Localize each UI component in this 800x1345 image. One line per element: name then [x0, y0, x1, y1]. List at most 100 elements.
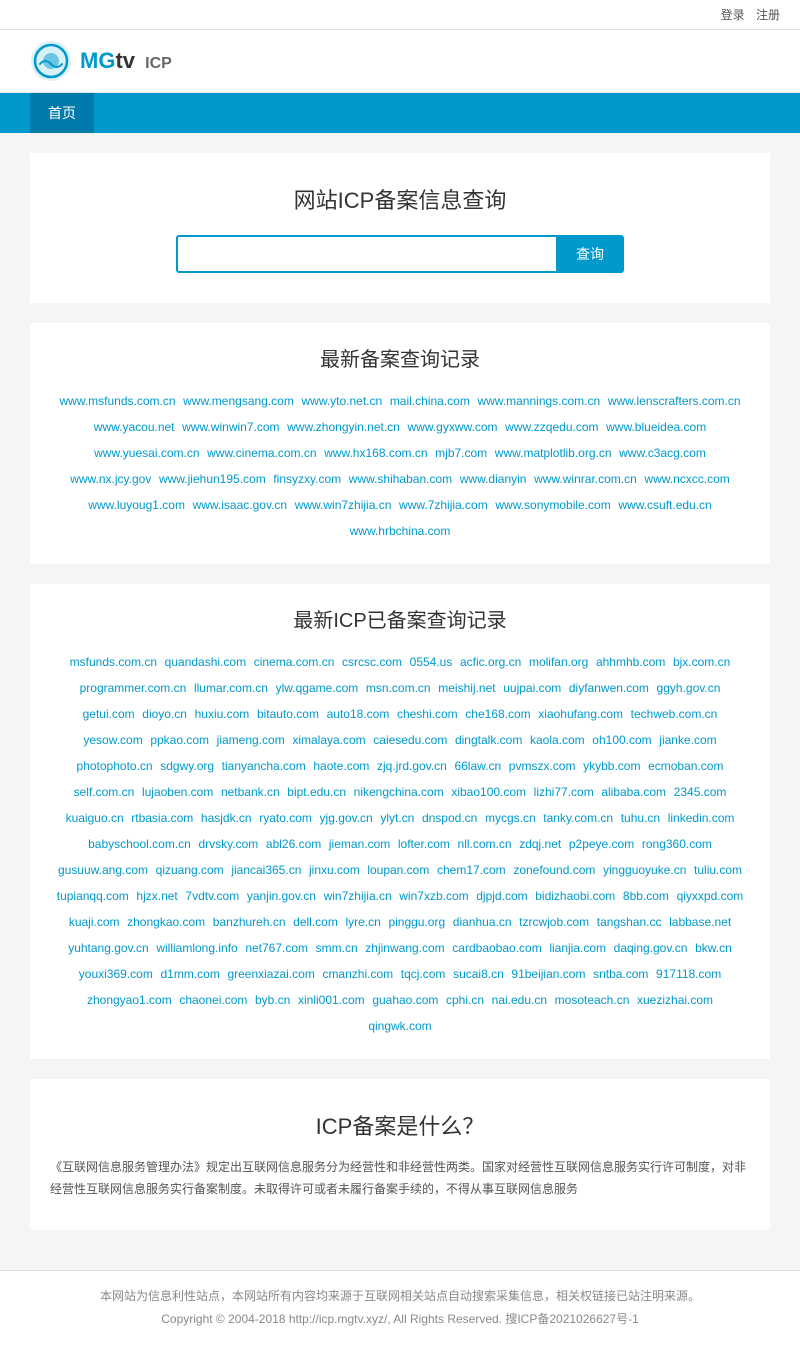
- register-link[interactable]: 注册: [756, 8, 780, 22]
- recent-link[interactable]: www.mannings.com.cn: [477, 394, 600, 408]
- recent-link[interactable]: www.matplotlib.org.cn: [495, 446, 612, 460]
- icp-record-link[interactable]: diyfanwen.com: [569, 681, 649, 695]
- icp-record-link[interactable]: tanky.com.cn: [543, 811, 613, 825]
- icp-record-link[interactable]: lujaoben.com: [142, 785, 213, 799]
- recent-link[interactable]: www.sonymobile.com: [495, 498, 610, 512]
- icp-record-link[interactable]: bipt.edu.cn: [287, 785, 346, 799]
- icp-record-link[interactable]: yanjin.gov.cn: [247, 889, 316, 903]
- icp-record-link[interactable]: lizhi77.com: [534, 785, 594, 799]
- icp-record-link[interactable]: d1mm.com: [160, 967, 219, 981]
- recent-link[interactable]: www.hx168.com.cn: [324, 446, 427, 460]
- icp-record-link[interactable]: cardbaobao.com: [452, 941, 541, 955]
- icp-record-link[interactable]: nai.edu.cn: [492, 993, 547, 1007]
- icp-record-link[interactable]: yesow.com: [83, 733, 142, 747]
- icp-record-link[interactable]: techweb.com.cn: [631, 707, 718, 721]
- icp-record-link[interactable]: babyschool.com.cn: [88, 837, 191, 851]
- icp-record-link[interactable]: cheshi.com: [397, 707, 458, 721]
- icp-record-link[interactable]: zdqj.net: [519, 837, 561, 851]
- icp-record-link[interactable]: byb.cn: [255, 993, 290, 1007]
- icp-record-link[interactable]: abl26.com: [266, 837, 321, 851]
- recent-link[interactable]: www.dianyin: [460, 472, 527, 486]
- icp-record-link[interactable]: bidizhaobi.com: [535, 889, 615, 903]
- icp-record-link[interactable]: csrcsc.com: [342, 655, 402, 669]
- icp-record-link[interactable]: tqcj.com: [401, 967, 446, 981]
- icp-record-link[interactable]: net767.com: [245, 941, 308, 955]
- icp-record-link[interactable]: lianjia.com: [549, 941, 606, 955]
- login-link[interactable]: 登录: [721, 8, 745, 22]
- icp-record-link[interactable]: 7vdtv.com: [185, 889, 239, 903]
- icp-record-link[interactable]: win7zhijia.cn: [324, 889, 392, 903]
- recent-link[interactable]: www.gyxww.com: [407, 420, 497, 434]
- recent-link[interactable]: www.jiehun195.com: [159, 472, 266, 486]
- icp-record-link[interactable]: hasjdk.cn: [201, 811, 252, 825]
- icp-record-link[interactable]: zhongyao1.com: [87, 993, 172, 1007]
- recent-link[interactable]: www.blueidea.com: [606, 420, 706, 434]
- icp-record-link[interactable]: jianke.com: [659, 733, 716, 747]
- icp-record-link[interactable]: getui.com: [83, 707, 135, 721]
- icp-record-link[interactable]: xuezizhai.com: [637, 993, 713, 1007]
- icp-record-link[interactable]: dioyo.cn: [142, 707, 187, 721]
- icp-record-link[interactable]: tzrcwjob.com: [519, 915, 589, 929]
- recent-link[interactable]: finsyzxy.com: [273, 472, 341, 486]
- icp-record-link[interactable]: yingguoyuke.cn: [603, 863, 686, 877]
- icp-record-link[interactable]: kaola.com: [530, 733, 585, 747]
- icp-record-link[interactable]: zonefound.com: [513, 863, 595, 877]
- icp-record-link[interactable]: lofter.com: [398, 837, 450, 851]
- icp-record-link[interactable]: ylyt.cn: [380, 811, 414, 825]
- icp-record-link[interactable]: nikengchina.com: [354, 785, 444, 799]
- icp-record-link[interactable]: cinema.com.cn: [254, 655, 335, 669]
- icp-record-link[interactable]: qiyxxpd.com: [677, 889, 744, 903]
- recent-link[interactable]: mail.china.com: [390, 394, 470, 408]
- icp-record-link[interactable]: xiaohufang.com: [538, 707, 623, 721]
- recent-link[interactable]: www.winwin7.com: [182, 420, 279, 434]
- icp-record-link[interactable]: tuhu.cn: [621, 811, 660, 825]
- icp-record-link[interactable]: jiameng.com: [217, 733, 285, 747]
- icp-record-link[interactable]: xinli001.com: [298, 993, 365, 1007]
- recent-link[interactable]: www.zzqedu.com: [505, 420, 598, 434]
- icp-record-link[interactable]: jinxu.com: [309, 863, 360, 877]
- icp-record-link[interactable]: ggyh.gov.cn: [657, 681, 721, 695]
- search-input[interactable]: [176, 235, 556, 273]
- icp-record-link[interactable]: cphi.cn: [446, 993, 484, 1007]
- icp-record-link[interactable]: programmer.com.cn: [80, 681, 187, 695]
- icp-record-link[interactable]: che168.com: [465, 707, 530, 721]
- icp-record-link[interactable]: greenxiazai.com: [227, 967, 314, 981]
- recent-link[interactable]: mjb7.com: [435, 446, 487, 460]
- icp-record-link[interactable]: loupan.com: [367, 863, 429, 877]
- icp-record-link[interactable]: williamlong.info: [156, 941, 237, 955]
- icp-record-link[interactable]: ppkao.com: [150, 733, 209, 747]
- icp-record-link[interactable]: tupianqq.com: [57, 889, 129, 903]
- icp-record-link[interactable]: haote.com: [313, 759, 369, 773]
- icp-record-link[interactable]: yuhtang.gov.cn: [68, 941, 149, 955]
- icp-record-link[interactable]: ahhmhb.com: [596, 655, 665, 669]
- icp-record-link[interactable]: bkw.cn: [695, 941, 732, 955]
- icp-record-link[interactable]: 917118.com: [656, 967, 721, 981]
- icp-record-link[interactable]: nll.com.cn: [458, 837, 512, 851]
- icp-record-link[interactable]: hjzx.net: [136, 889, 177, 903]
- icp-record-link[interactable]: quandashi.com: [165, 655, 246, 669]
- icp-record-link[interactable]: ximalaya.com: [292, 733, 365, 747]
- icp-record-link[interactable]: rong360.com: [642, 837, 712, 851]
- recent-link[interactable]: www.winrar.com.cn: [534, 472, 637, 486]
- icp-record-link[interactable]: caiesedu.com: [373, 733, 447, 747]
- nav-item-home[interactable]: 首页: [30, 93, 94, 133]
- icp-record-link[interactable]: dell.com: [293, 915, 338, 929]
- icp-record-link[interactable]: rtbasia.com: [131, 811, 193, 825]
- recent-link[interactable]: www.7zhijia.com: [399, 498, 488, 512]
- icp-record-link[interactable]: auto18.com: [327, 707, 390, 721]
- icp-record-link[interactable]: oh100.com: [592, 733, 651, 747]
- icp-record-link[interactable]: 8bb.com: [623, 889, 669, 903]
- icp-record-link[interactable]: banzhureh.cn: [213, 915, 286, 929]
- icp-record-link[interactable]: zhjinwang.com: [365, 941, 444, 955]
- icp-record-link[interactable]: dnspod.cn: [422, 811, 477, 825]
- icp-record-link[interactable]: meishij.net: [438, 681, 495, 695]
- recent-link[interactable]: www.nx.jcy.gov: [70, 472, 151, 486]
- icp-record-link[interactable]: kuaji.com: [69, 915, 120, 929]
- recent-link[interactable]: www.cinema.com.cn: [207, 446, 316, 460]
- icp-record-link[interactable]: 2345.com: [674, 785, 727, 799]
- icp-record-link[interactable]: dingtalk.com: [455, 733, 522, 747]
- icp-record-link[interactable]: guahao.com: [372, 993, 438, 1007]
- icp-record-link[interactable]: kuaiguo.cn: [66, 811, 124, 825]
- icp-record-link[interactable]: alibaba.com: [601, 785, 666, 799]
- icp-record-link[interactable]: netbank.cn: [221, 785, 280, 799]
